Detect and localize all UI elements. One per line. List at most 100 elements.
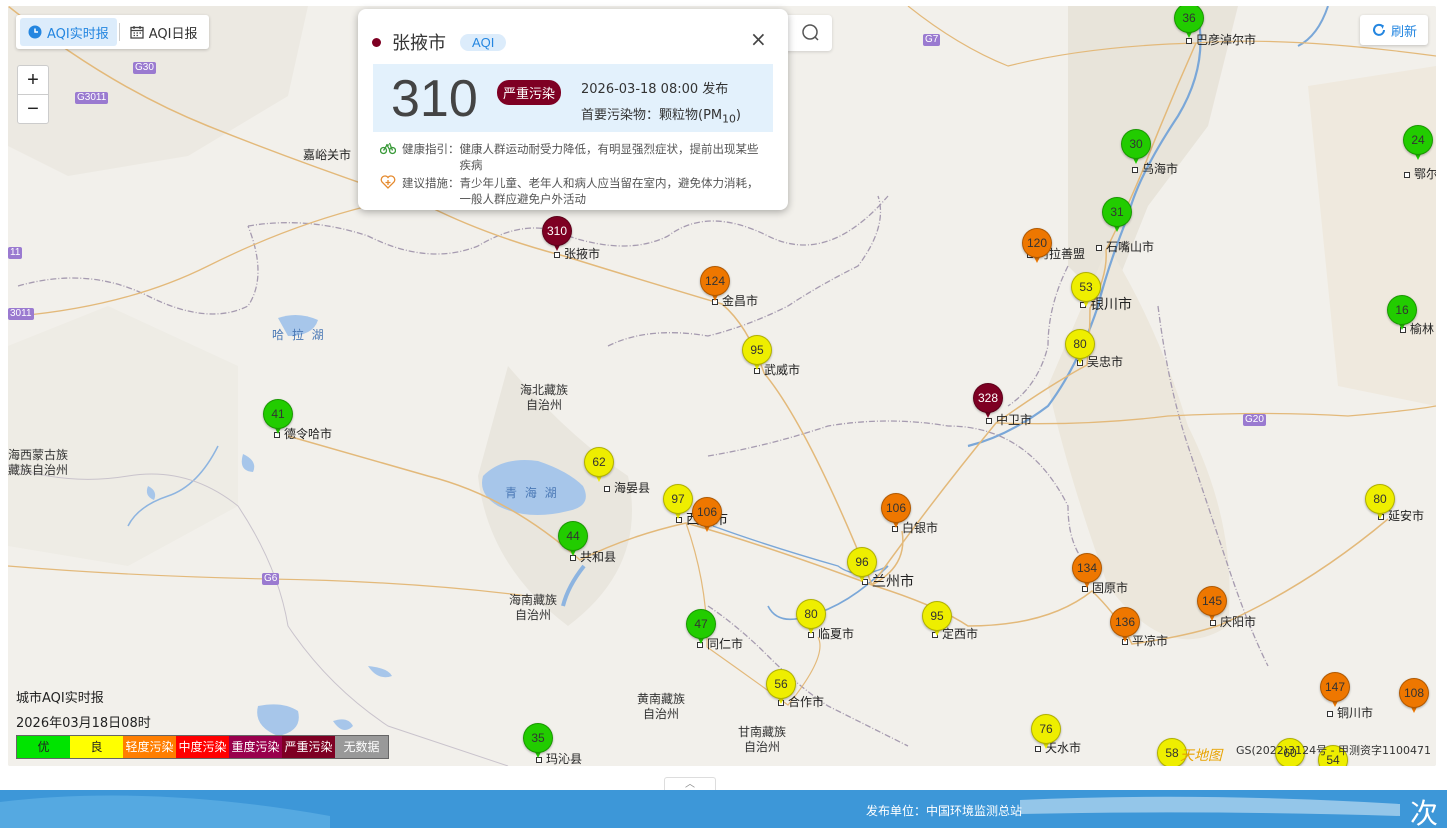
tab-daily[interactable]: AQI日报 (122, 18, 206, 46)
aqi-marker[interactable]: 24 (1403, 125, 1433, 165)
marker-value: 53 (1079, 280, 1093, 294)
marker-value: 328 (977, 391, 999, 405)
publisher-unit: 发布单位：中国环境监测总站 (866, 804, 1023, 818)
aqi-marker[interactable]: 30 (1121, 129, 1151, 169)
aqi-panel: 310 严重污染 2026-03-18 08:00 发布 首要污染物：颗粒物(P… (373, 64, 773, 132)
advice: 建议措施： 青少年儿童、老年人和病人应当留在室内，避免体力消耗，一般人群应避免户… (380, 175, 762, 207)
aqi-marker[interactable]: 120 (1022, 228, 1052, 268)
aqi-marker[interactable]: 106 (881, 493, 911, 533)
aqi-marker[interactable]: 41 (263, 399, 293, 439)
aqi-marker[interactable]: 147 (1320, 672, 1350, 712)
tab-realtime[interactable]: AQI实时报 (20, 18, 117, 46)
road-label: G3011 (75, 92, 109, 104)
zoom-in-button[interactable]: + (18, 66, 48, 94)
road-label: G6 (262, 573, 280, 585)
legend-item: 重度污染 (229, 736, 282, 758)
aqi-marker[interactable]: 96 (847, 547, 877, 587)
marker-value: 95 (750, 343, 764, 357)
map-watermark: 天地图 (1180, 748, 1222, 764)
road-label: G7 (923, 34, 941, 46)
popup-city-name: 张掖市 (392, 33, 446, 54)
aqi-marker[interactable]: 53 (1071, 272, 1101, 312)
aqi-value: 310 (391, 70, 478, 128)
tab-separator (118, 23, 120, 41)
marker-value: 145 (1201, 594, 1223, 608)
legend-item: 严重污染 (282, 736, 335, 758)
road-label: G20 (1243, 414, 1266, 426)
aqi-tag: AQI (460, 33, 507, 51)
aqi-marker[interactable]: 56 (766, 669, 796, 709)
aqi-marker[interactable]: 106 (692, 497, 722, 537)
aqi-marker[interactable]: 76 (1031, 714, 1061, 754)
aqi-marker[interactable]: 108 (1399, 678, 1429, 718)
region-label: 海北藏族 自治州 (519, 383, 568, 412)
aqi-marker[interactable]: 80 (1065, 329, 1095, 369)
footer-wave (0, 795, 1400, 828)
marker-value: 120 (1026, 236, 1048, 250)
aqi-marker[interactable]: 328 (973, 383, 1003, 423)
calendar-icon (130, 26, 144, 39)
aqi-marker[interactable]: 80 (796, 599, 826, 639)
aqi-marker[interactable]: 95 (742, 335, 772, 375)
refresh-button[interactable]: 刷新 (1360, 15, 1428, 45)
city-name: 兰州市 (872, 574, 914, 590)
city-label[interactable]: 嘉峪关市 (303, 148, 351, 162)
zoom-out-button[interactable]: − (18, 94, 48, 123)
aqi-marker[interactable]: 136 (1110, 607, 1140, 647)
marker-value: 80 (804, 607, 818, 621)
city-label[interactable]: 鄂尔 (1404, 167, 1436, 181)
marker-value: 80 (1073, 337, 1087, 351)
region-label: 黄南藏族 自治州 (636, 692, 685, 721)
legend-item: 良 (70, 736, 123, 758)
road-label: 3011 (8, 308, 34, 320)
marker-value: 124 (704, 274, 726, 288)
aqi-marker[interactable]: 35 (523, 723, 553, 763)
tab-realtime-label: AQI实时报 (47, 26, 109, 42)
aqi-legend: 优良轻度污染 中度污染 重度污染 严重污染 无数据 (16, 735, 389, 759)
clock-icon (28, 25, 42, 39)
aqi-marker[interactable]: 95 (922, 601, 952, 641)
refresh-label: 刷新 (1390, 24, 1417, 40)
report-tabs: AQI实时报 AQI日报 (16, 15, 210, 49)
marker-value: 30 (1129, 137, 1143, 151)
aqi-marker[interactable]: 44 (558, 521, 588, 561)
advice-label: 建议措施： (402, 176, 460, 190)
legend-title: 城市AQI实时报 (16, 691, 104, 706)
city-name: 石嘴山市 (1106, 240, 1155, 254)
marker-value: 310 (546, 224, 568, 238)
aqi-marker[interactable]: 310 (542, 216, 572, 256)
marker-value: 62 (592, 455, 606, 469)
marker-value: 24 (1411, 133, 1425, 147)
city-label[interactable]: 石嘴山市 (1096, 240, 1154, 254)
aqi-marker[interactable]: 36 (1174, 6, 1204, 43)
zoom-control: + − (17, 65, 49, 124)
region-label: 海南藏族 自治州 (508, 593, 557, 622)
popup-header: 张掖市 AQI (372, 29, 507, 55)
aqi-marker[interactable]: 47 (686, 609, 716, 649)
marker-value: 47 (694, 617, 708, 631)
aqi-marker[interactable]: 16 (1387, 295, 1417, 335)
aqi-marker[interactable]: 145 (1197, 586, 1227, 626)
aqi-marker[interactable]: 31 (1102, 197, 1132, 237)
aqi-marker[interactable]: 97 (663, 484, 693, 524)
level-badge: 严重污染 (497, 80, 562, 105)
bicycle-icon (380, 142, 396, 155)
marker-value: 80 (1373, 492, 1387, 506)
marker-value: 108 (1403, 686, 1425, 700)
heart-plus-icon (380, 175, 396, 189)
marker-value: 35 (531, 731, 545, 745)
city-dot (1096, 244, 1102, 251)
tab-daily-label: AQI日报 (148, 26, 198, 42)
search-button[interactable] (786, 15, 832, 51)
footer-bar: 发布单位：中国环境监测总站 次 (0, 790, 1447, 830)
aqi-marker[interactable]: 62 (584, 447, 614, 487)
city-name: 鄂尔 (1414, 167, 1436, 181)
aqi-marker[interactable]: 80 (1365, 484, 1395, 524)
region-label: 甘南藏族 自治州 (737, 725, 786, 754)
close-icon[interactable]: × (750, 27, 767, 51)
aqi-marker[interactable]: 124 (700, 266, 730, 306)
marker-value: 96 (855, 555, 869, 569)
aqi-marker[interactable]: 134 (1072, 553, 1102, 593)
road-label: 11 (8, 247, 23, 259)
refresh-icon (1373, 23, 1385, 36)
